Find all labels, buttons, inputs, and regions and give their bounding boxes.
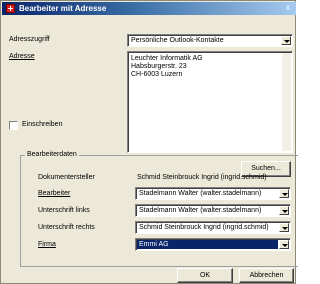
- signature-left-value: Stadelmann Walter (walter.stadelmann): [139, 207, 262, 214]
- dialog-window: Bearbeiter mit Adresse x Adresszugriff P…: [0, 0, 298, 284]
- chevron-down-icon[interactable]: [279, 189, 289, 198]
- group-title: Bearbeiterdaten: [25, 150, 79, 160]
- address-access-label-text: Adresszugriff: [9, 36, 50, 43]
- editor-label: Bearbeiter: [38, 190, 71, 197]
- close-button[interactable]: x: [283, 3, 293, 13]
- window-title: Bearbeiter mit Adresse: [19, 4, 107, 13]
- document-creator-label: Dokumentersteller: [38, 174, 95, 181]
- address-label: Adresse: [9, 53, 35, 60]
- company-select[interactable]: Emmi AG: [135, 238, 291, 251]
- editor-value: Stadelmann Walter (walter.stadelmann): [139, 190, 262, 197]
- app-icon: [6, 4, 15, 13]
- document-creator-value: Schmid Steinbrouck Ingrid (ingrid.schmid…: [137, 174, 267, 181]
- company-label: Firma: [38, 241, 56, 248]
- company-value: Emmi AG: [137, 240, 278, 249]
- register-label: Einschreiben: [22, 121, 63, 128]
- address-line: Leuchter Informatik AG: [131, 55, 203, 62]
- editor-select[interactable]: Stadelmann Walter (walter.stadelmann): [135, 187, 291, 200]
- chevron-down-icon[interactable]: [279, 240, 289, 249]
- chevron-down-icon[interactable]: [281, 36, 291, 45]
- chevron-down-icon[interactable]: [279, 206, 289, 215]
- address-scrollbar[interactable]: [282, 53, 291, 151]
- signature-left-label: Unterschrift links: [38, 207, 90, 214]
- address-line: CH-6003 Luzern: [131, 71, 183, 78]
- address-line: Habsburgerstr. 23: [131, 63, 187, 70]
- ok-button[interactable]: OK: [177, 268, 233, 283]
- title-bar[interactable]: Bearbeiter mit Adresse x: [2, 2, 296, 15]
- address-access-select[interactable]: Persönliche Outlook-Kontakte: [127, 34, 293, 47]
- cancel-button[interactable]: Abbrechen: [239, 268, 294, 283]
- signature-left-select[interactable]: Stadelmann Walter (walter.stadelmann): [135, 204, 291, 217]
- chevron-down-icon[interactable]: [279, 223, 289, 232]
- signature-right-label: Unterschrift rechts: [38, 224, 95, 231]
- address-access-value: Persönliche Outlook-Kontakte: [131, 37, 224, 44]
- address-access-label: Adresszugriff: [9, 35, 50, 45]
- address-textarea[interactable]: Leuchter Informatik AG Habsburgerstr. 23…: [127, 51, 293, 153]
- signature-right-select[interactable]: Schmid Steinbrouck Ingrid (ingrid.schmid…: [135, 221, 291, 234]
- register-checkbox[interactable]: [9, 121, 18, 130]
- signature-right-value: Schmid Steinbrouck Ingrid (ingrid.schmid…: [139, 224, 269, 231]
